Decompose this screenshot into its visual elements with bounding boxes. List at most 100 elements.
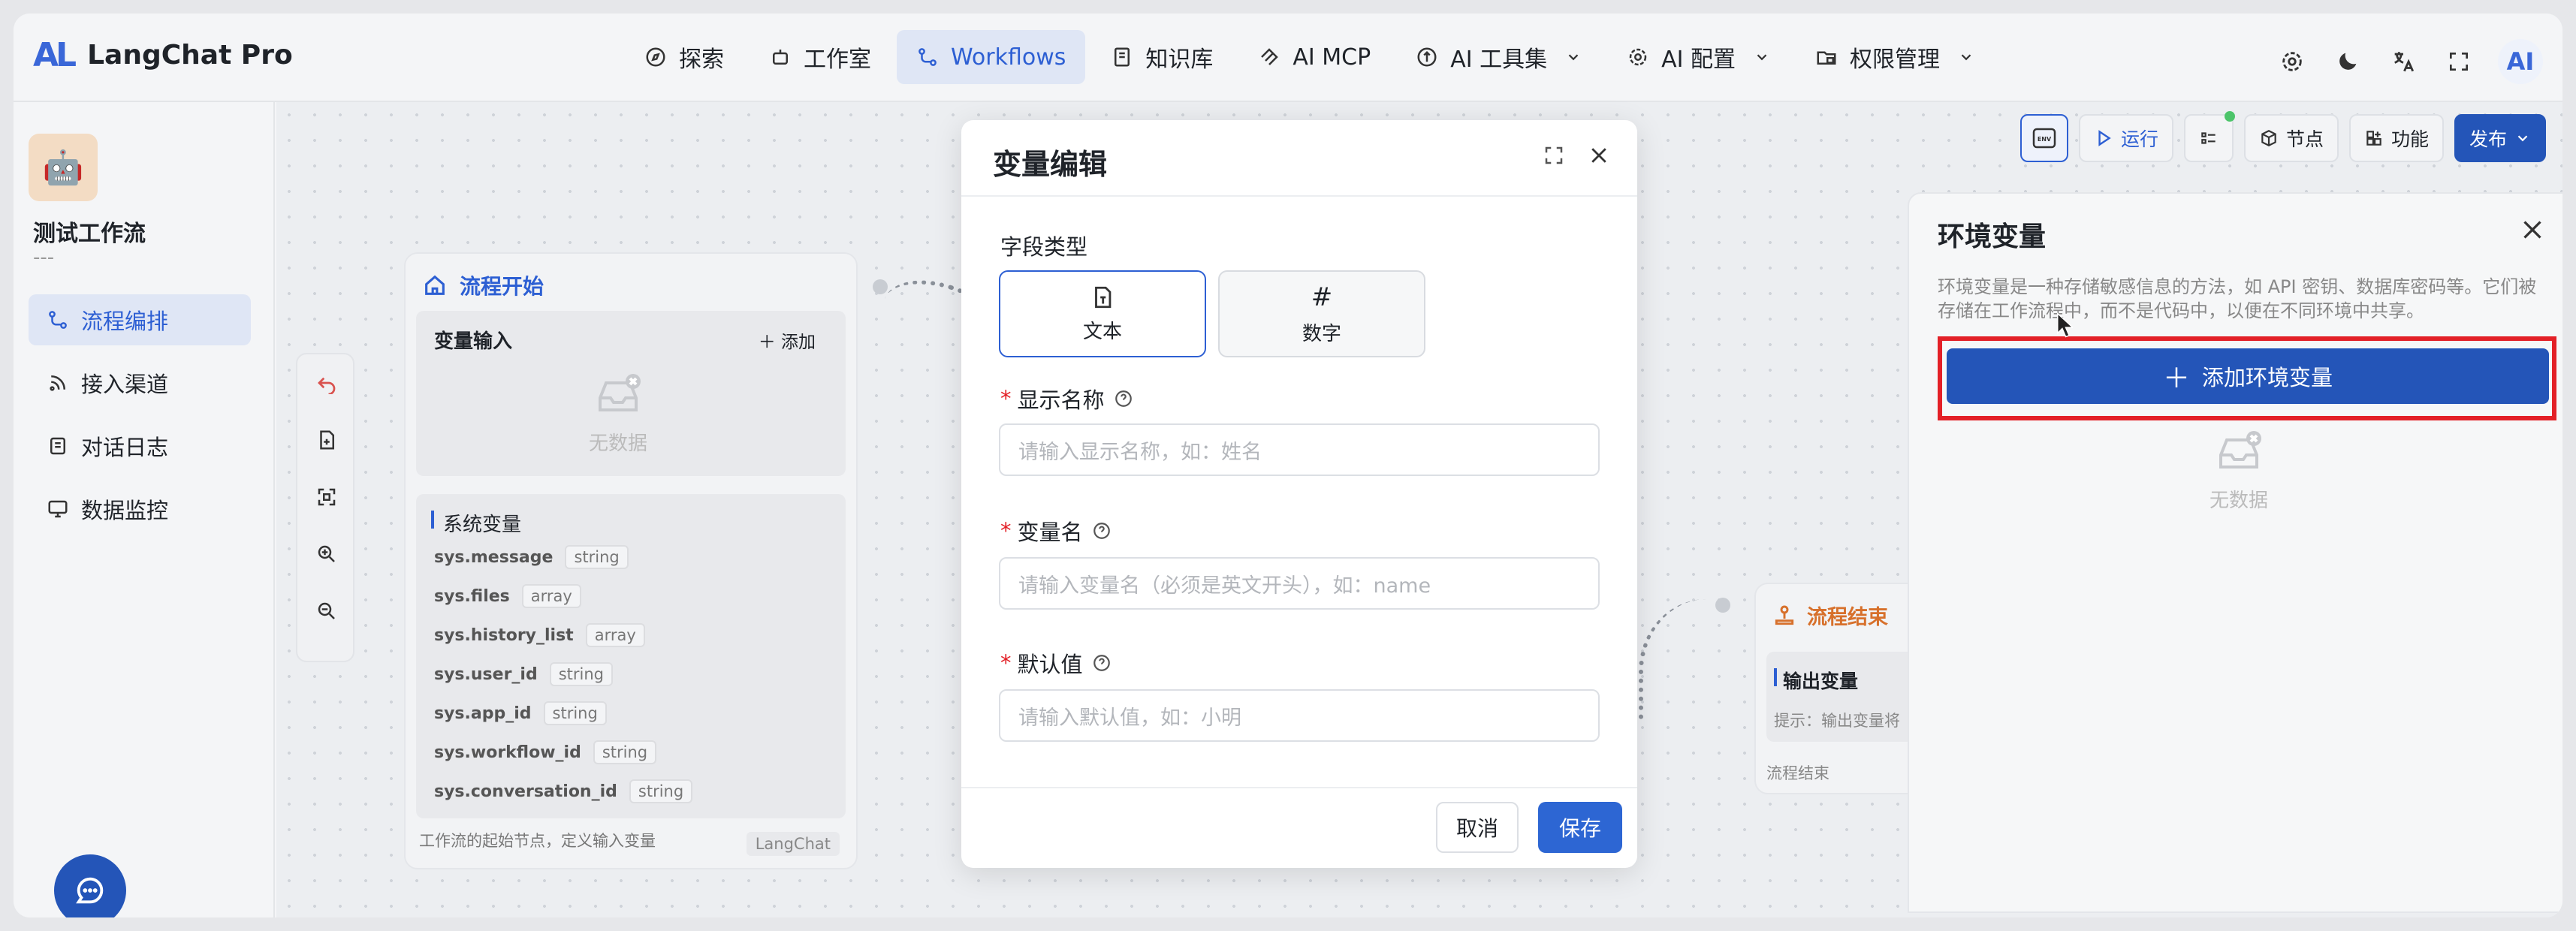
type-option-text[interactable]: 文本: [999, 270, 1206, 357]
nav-knowledge-label: 知识库: [1145, 47, 1214, 73]
default-value-input[interactable]: 请输入默认值，如：小明: [999, 689, 1600, 742]
env-icon-label: ENV: [2038, 136, 2052, 143]
play-icon: [2098, 130, 2111, 146]
fit-view-button[interactable]: [297, 469, 356, 526]
sys-var-name: sys.history_list: [434, 625, 574, 645]
type-option-label: 数字: [1302, 322, 1341, 345]
add-env-variable-button[interactable]: ＋ 添加环境变量: [1947, 348, 2549, 404]
start-node[interactable]: 流程开始 变量输入 ＋ 添加 无数据 系统变量 sys.message strin…: [404, 252, 858, 869]
display-name-input[interactable]: 请输入显示名称，如：姓名: [999, 423, 1600, 476]
modal-divider: [961, 195, 1637, 197]
app-name: LangChat Pro: [87, 40, 293, 71]
nav-permissions[interactable]: 权限管理: [1796, 30, 1994, 84]
nav-knowledge[interactable]: 知识库: [1091, 30, 1232, 84]
sidebar-item-label: 对话日志: [81, 435, 169, 460]
default-value-label: * 默认值: [1000, 647, 1112, 679]
sys-var-name: sys.message: [434, 547, 554, 567]
home-icon: [425, 275, 445, 295]
help-icon[interactable]: [1114, 389, 1133, 408]
settings-button[interactable]: [2274, 44, 2310, 80]
env-panel-description: 环境变量是一种存储敏感信息的方法，如 API 密钥、数据库密码等。它们被存储在工…: [1938, 276, 2537, 321]
user-avatar[interactable]: AI: [2498, 39, 2543, 84]
chevron-down-icon: [2517, 135, 2528, 142]
moon-icon: [2339, 53, 2357, 70]
checklist-button[interactable]: [2183, 111, 2235, 162]
nav-workflows-label: Workflows: [951, 44, 1066, 71]
sys-var-row: sys.conversation_id string: [434, 779, 693, 803]
sidebar-item-channels[interactable]: 接入渠道: [29, 357, 251, 408]
variable-input-box: 变量输入 ＋ 添加 无数据: [416, 311, 846, 476]
start-node-port[interactable]: [873, 279, 888, 294]
modal-footer-divider: [961, 787, 1637, 788]
empty-inbox-icon: [599, 374, 641, 411]
close-icon[interactable]: [1588, 144, 1610, 167]
undo-icon: [318, 377, 336, 394]
output-variables-title: 输出变量: [1783, 670, 1859, 692]
sys-var-type: string: [629, 779, 693, 803]
top-tools: AI: [2255, 39, 2543, 84]
nav-workflows[interactable]: Workflows: [897, 30, 1086, 84]
functions-label: 功能: [2390, 128, 2429, 150]
dark-mode-toggle[interactable]: [2330, 44, 2366, 80]
nav-mcp[interactable]: AI MCP: [1238, 30, 1390, 84]
sys-var-name: sys.app_id: [434, 704, 532, 723]
checklist-icon: [2201, 132, 2216, 144]
main-nav: 探索 工作室 Workflows 知识库 AI MCP AI 工具集 AI 配置…: [625, 30, 2000, 84]
functions-button[interactable]: 功能: [2348, 114, 2444, 162]
add-env-variable-label: 添加环境变量: [2202, 365, 2333, 390]
var-name-input[interactable]: 请输入变量名（必须是英文开头），如：name: [999, 557, 1600, 610]
sidebar-item-orchestration[interactable]: 流程编排: [29, 294, 251, 345]
display-name-text: 显示名称: [1017, 387, 1105, 413]
zoom-in-button[interactable]: [297, 526, 356, 583]
top-nav: AL LangChat Pro 探索 工作室 Workflows 知识库 AI …: [14, 14, 2562, 102]
empty-text: 无数据: [2210, 490, 2269, 512]
nav-tools[interactable]: AI 工具集: [1396, 30, 1601, 84]
env-variables-panel: 环境变量 环境变量是一种存储敏感信息的方法，如 API 密钥、数据库密码等。它们…: [1908, 192, 2562, 913]
nav-ai-config[interactable]: AI 配置: [1607, 30, 1790, 84]
hash-icon: #: [1311, 282, 1333, 312]
undo-button[interactable]: [297, 354, 356, 411]
plus-icon: ＋: [2162, 363, 2190, 394]
canvas-zoom-tools: [296, 353, 354, 662]
publish-button[interactable]: 发布: [2454, 114, 2546, 162]
help-icon[interactable]: [1092, 521, 1112, 541]
add-note-button[interactable]: [297, 411, 356, 469]
language-button[interactable]: [2385, 44, 2421, 80]
close-icon[interactable]: [2519, 216, 2546, 243]
nodes-button[interactable]: 节点: [2243, 114, 2339, 162]
left-sidebar: 🤖 测试工作流 --- 流程编排 接入渠道 对话日志 数据监控: [14, 102, 275, 917]
fit-view-icon: [318, 488, 336, 506]
sidebar-item-label: 流程编排: [81, 309, 169, 334]
default-value-placeholder: 请输入默认值，如：小明: [1018, 706, 1241, 730]
field-type-text: 字段类型: [1000, 234, 1088, 260]
sys-var-type: string: [549, 662, 614, 686]
zoom-out-button[interactable]: [297, 583, 356, 640]
required-mark: *: [1000, 650, 1012, 676]
logo[interactable]: AL LangChat Pro: [33, 36, 293, 74]
expand-icon[interactable]: [1543, 144, 1565, 167]
env-button[interactable]: ENV: [2019, 114, 2068, 162]
env-icon: ENV: [2032, 128, 2056, 149]
sys-var-type: array: [521, 584, 581, 608]
zoom-in-icon: [318, 545, 335, 562]
nav-studio[interactable]: 工作室: [750, 30, 891, 84]
add-variable-label: 添加: [781, 333, 816, 352]
nav-explore-label: 探索: [679, 47, 724, 73]
fullscreen-button[interactable]: [2441, 44, 2477, 80]
output-hint: 提示：输出变量将: [1774, 712, 1900, 730]
cancel-button[interactable]: 取消: [1436, 802, 1519, 853]
sidebar-item-logs[interactable]: 对话日志: [29, 420, 251, 472]
save-button[interactable]: 保存: [1538, 802, 1622, 853]
workflow-avatar: 🤖: [29, 134, 98, 201]
add-variable-button[interactable]: ＋ 添加: [759, 327, 816, 353]
nav-explore[interactable]: 探索: [625, 30, 744, 84]
sidebar-item-monitor[interactable]: 数据监控: [29, 484, 251, 535]
sys-var-name: sys.user_id: [434, 664, 538, 684]
canvas-toolbar: ENV 运行 节点 功能 发布: [2010, 111, 2546, 162]
type-option-number[interactable]: # 数字: [1218, 270, 1425, 357]
run-button[interactable]: 运行: [2078, 114, 2173, 162]
help-icon[interactable]: [1092, 653, 1112, 673]
end-node-port[interactable]: [1715, 598, 1730, 613]
variable-edit-modal: 变量编辑 字段类型 文本 # 数字 * 显示名称 请输入显示名称，如：姓名 * …: [961, 120, 1637, 868]
gear-icon: [1629, 48, 1647, 66]
